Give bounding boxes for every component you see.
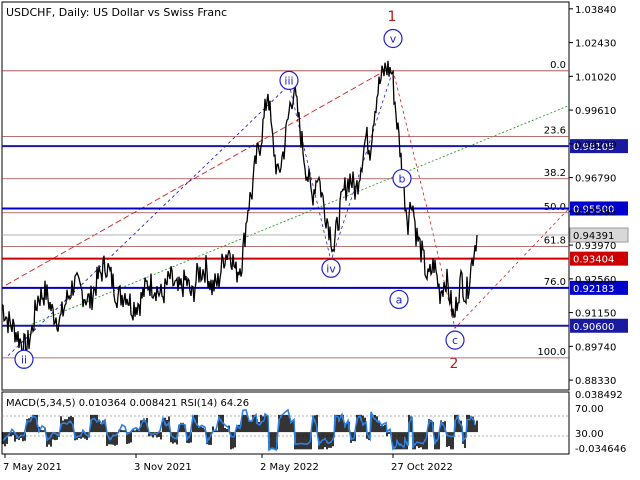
fib-label: 38.2 — [544, 168, 566, 179]
wave-label: v — [390, 33, 397, 46]
y-tick-label: 1.03840 — [575, 5, 616, 16]
wave-label: a — [396, 293, 403, 306]
wave-label: c — [452, 334, 458, 347]
x-tick-label: 7 May 2021 — [3, 462, 62, 473]
x-tick-label: 2 May 2022 — [260, 462, 319, 473]
y-tick-label: 0.99610 — [575, 106, 616, 117]
price-chart: 0.023.638.250.061.876.0100.0 0.981050.95… — [0, 0, 640, 480]
indicator-tick-label: 0.038492 — [575, 390, 623, 401]
indicator-tick-label: 30.00 — [575, 429, 604, 440]
wave-label: iii — [284, 74, 293, 87]
fib-label: 23.6 — [544, 126, 566, 137]
indicator-tick-label: -0.034646 — [575, 444, 626, 455]
y-tick-label: 1.01020 — [575, 72, 616, 83]
wave-label: b — [399, 173, 406, 186]
y-tick-label: 0.96790 — [575, 174, 616, 185]
y-tick-label: 0.93970 — [575, 241, 616, 252]
x-tick-label: 3 Nov 2021 — [134, 462, 192, 473]
fib-label: 50.0 — [544, 202, 566, 213]
fib-label: 61.8 — [544, 236, 566, 247]
y-tick-label: 0.89740 — [575, 342, 616, 353]
indicator-tick-label: 70.00 — [575, 404, 604, 415]
fib-label: 76.0 — [544, 277, 566, 288]
level-tag-label: 0.93404 — [573, 255, 614, 266]
indicator-label: MACD(5,34,5) 0.010364 0.008421 RSI(14) 6… — [6, 398, 249, 409]
wave-number: 2 — [450, 356, 459, 372]
wave-label: iv — [326, 262, 336, 275]
fib-label: 100.0 — [537, 347, 566, 358]
y-tick-label: 1.02430 — [575, 39, 616, 50]
x-tick-label: 27 Oct 2022 — [391, 462, 453, 473]
wave-label: ii — [21, 353, 27, 366]
chart-title: USDCHF, Daily: US Dollar vs Swiss Franc — [6, 6, 227, 19]
y-tick-label: 0.91150 — [575, 309, 616, 320]
y-tick-label: 0.88330 — [575, 376, 616, 387]
wave-number: 1 — [388, 9, 397, 25]
y-tick-label: 0.92560 — [575, 275, 616, 286]
fib-label: 0.0 — [550, 60, 566, 71]
y-tick-label: 0.98200 — [575, 140, 616, 151]
level-tag-label: 0.90600 — [573, 322, 614, 333]
y-tick-label: 0.95380 — [575, 207, 616, 218]
